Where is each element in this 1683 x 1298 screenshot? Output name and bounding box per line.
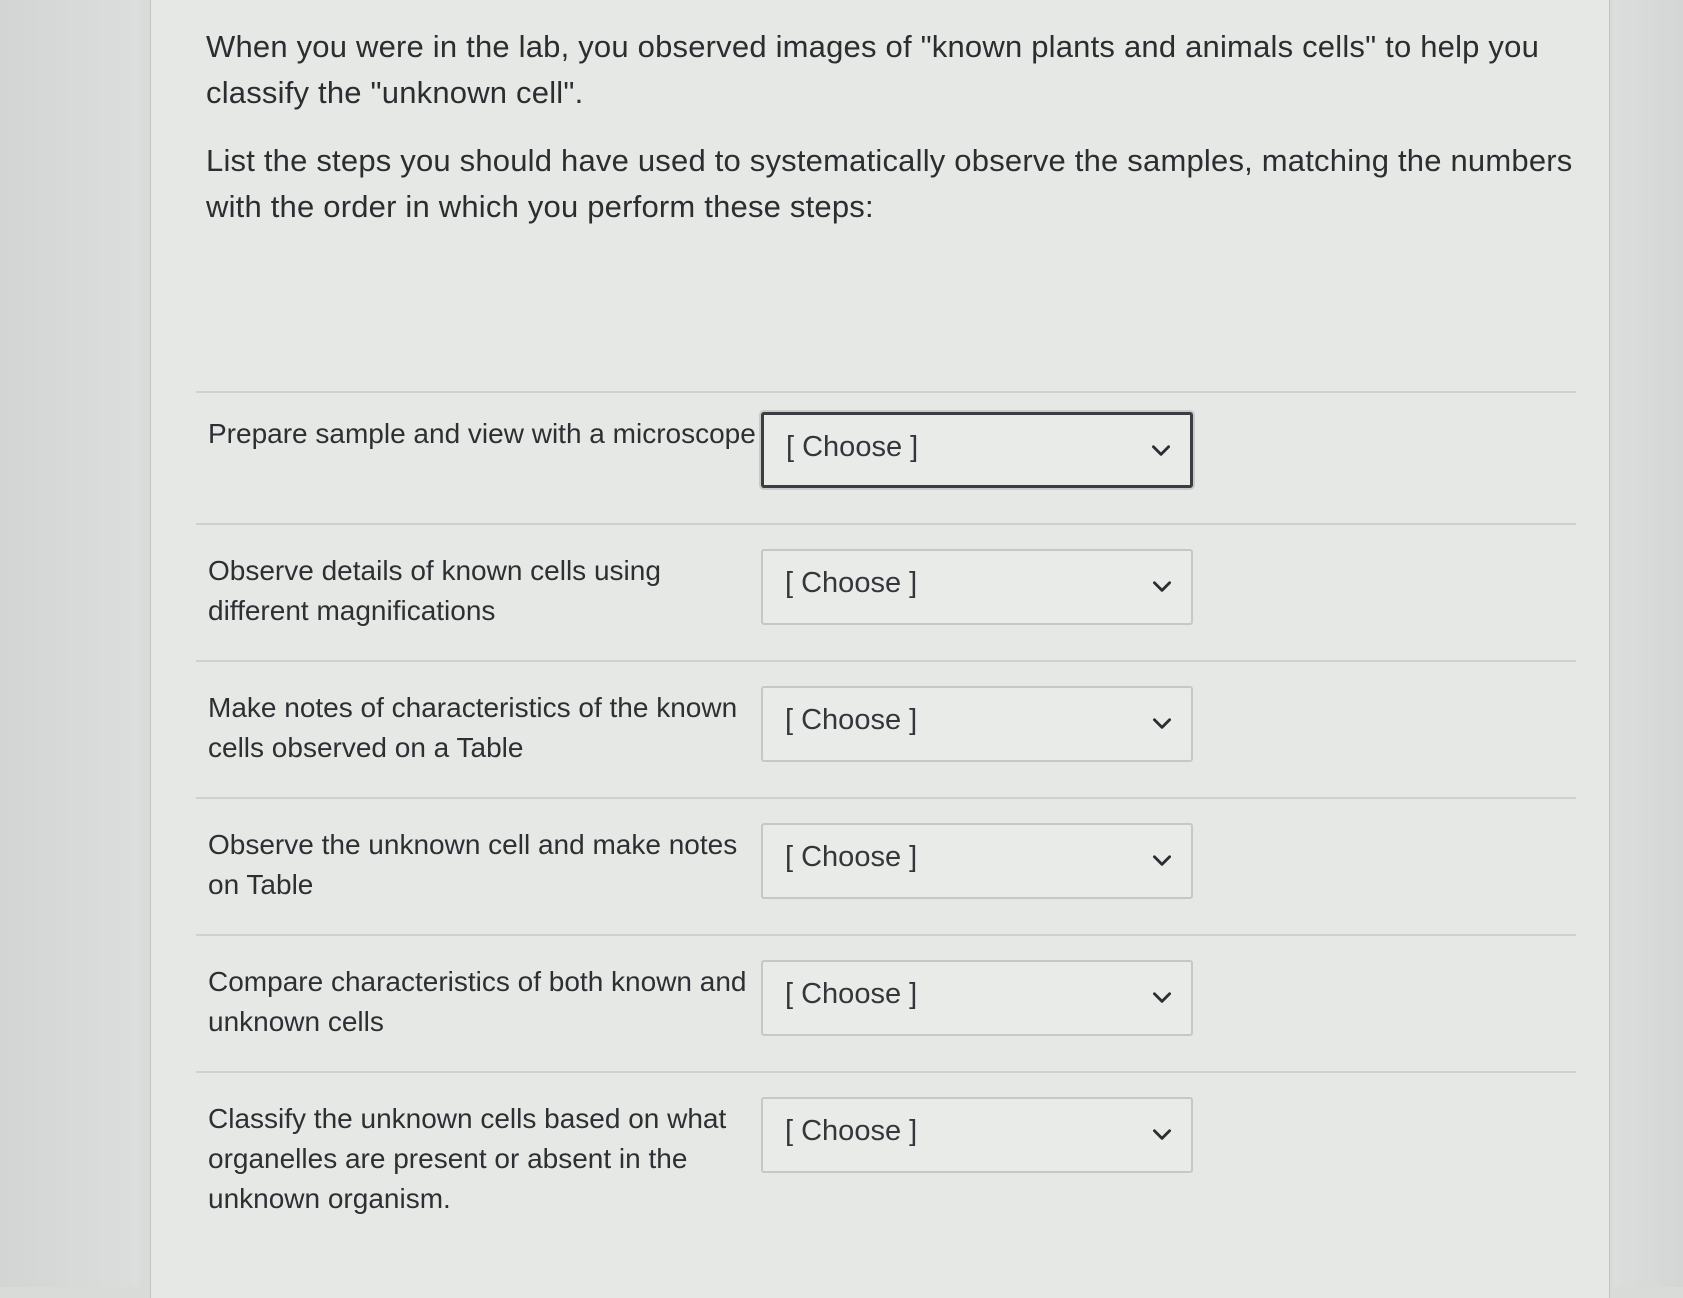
step-label: Prepare sample and view with a microscop… xyxy=(208,418,756,449)
matching-list: Prepare sample and view with a microscop… xyxy=(196,388,1576,1243)
select-value: [ Choose ] xyxy=(785,567,918,599)
chevron-down-icon xyxy=(1149,573,1175,599)
step-label: Compare characteristics of both known an… xyxy=(208,966,747,1037)
chevron-down-icon xyxy=(1149,984,1175,1010)
question-panel: When you were in the lab, you observed i… xyxy=(150,0,1610,1298)
chevron-down-icon xyxy=(1149,710,1175,736)
page-right-gutter xyxy=(1613,0,1683,1287)
step-label: Observe the unknown cell and make notes … xyxy=(208,829,738,900)
step-label: Make notes of characteristics of the kno… xyxy=(208,692,738,763)
order-select[interactable]: [ Choose ] xyxy=(761,823,1193,899)
select-value: [ Choose ] xyxy=(785,841,918,873)
select-value: [ Choose ] xyxy=(785,704,918,736)
matching-row: Make notes of characteristics of the kno… xyxy=(196,662,1576,799)
matching-row: Classify the unknown cells based on what… xyxy=(196,1073,1576,1243)
order-select[interactable]: [ Choose ] xyxy=(761,686,1193,762)
select-value: [ Choose ] xyxy=(785,1115,918,1147)
question-instructions: List the steps you should have used to s… xyxy=(206,143,1573,224)
step-label: Observe details of known cells using dif… xyxy=(208,555,661,626)
order-select[interactable]: [ Choose ] xyxy=(761,412,1193,488)
chevron-down-icon xyxy=(1149,1121,1175,1147)
select-value: [ Choose ] xyxy=(786,431,919,463)
chevron-down-icon xyxy=(1148,437,1174,463)
matching-row: Compare characteristics of both known an… xyxy=(196,936,1576,1073)
question-intro: When you were in the lab, you observed i… xyxy=(206,29,1540,110)
question-text: When you were in the lab, you observed i… xyxy=(206,24,1586,252)
order-select[interactable]: [ Choose ] xyxy=(761,549,1193,625)
page-left-gutter xyxy=(0,0,140,1287)
matching-row: Prepare sample and view with a microscop… xyxy=(196,388,1576,525)
matching-row: Observe details of known cells using dif… xyxy=(196,525,1576,662)
matching-row: Observe the unknown cell and make notes … xyxy=(196,799,1576,936)
order-select[interactable]: [ Choose ] xyxy=(761,960,1193,1036)
order-select[interactable]: [ Choose ] xyxy=(761,1097,1193,1173)
chevron-down-icon xyxy=(1149,847,1175,873)
step-label: Classify the unknown cells based on what… xyxy=(208,1103,727,1214)
select-value: [ Choose ] xyxy=(785,978,918,1010)
